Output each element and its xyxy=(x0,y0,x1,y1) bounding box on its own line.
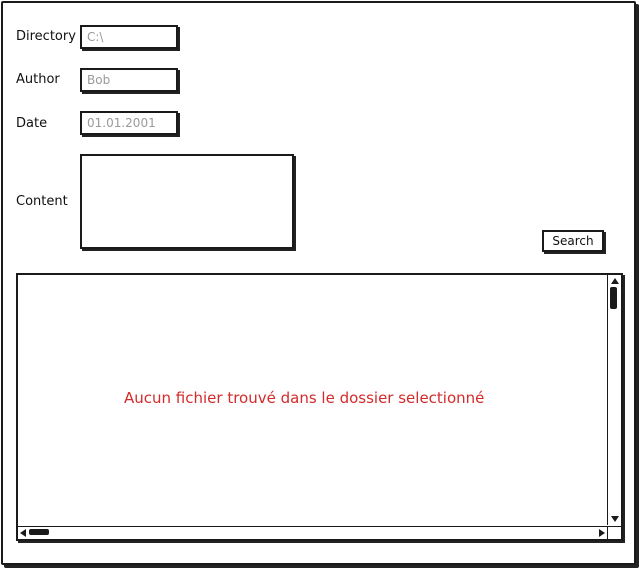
content-textarea[interactable] xyxy=(80,154,294,249)
horizontal-scroll-thumb[interactable] xyxy=(29,529,49,535)
directory-input[interactable]: C:\ xyxy=(80,25,178,49)
scrollbar-corner xyxy=(607,526,621,539)
scroll-right-arrow-icon[interactable] xyxy=(599,529,605,537)
search-button[interactable]: Search xyxy=(542,230,604,252)
author-input[interactable]: Bob xyxy=(80,68,178,92)
scroll-up-arrow-icon[interactable] xyxy=(611,278,619,284)
vertical-scrollbar[interactable] xyxy=(607,275,621,525)
vertical-scroll-thumb[interactable] xyxy=(610,287,617,309)
date-input[interactable]: 01.01.2001 xyxy=(80,111,178,135)
scroll-down-arrow-icon[interactable] xyxy=(611,516,619,522)
date-label: Date xyxy=(16,116,48,131)
directory-label: Directory xyxy=(16,29,76,44)
results-panel: Aucun fichier trouvé dans le dossier sel… xyxy=(16,273,623,541)
author-label: Author xyxy=(16,72,60,87)
empty-results-message: Aucun fichier trouvé dans le dossier sel… xyxy=(124,389,485,407)
horizontal-scrollbar[interactable] xyxy=(18,526,607,539)
scroll-left-arrow-icon[interactable] xyxy=(20,529,26,537)
content-label: Content xyxy=(16,194,68,209)
